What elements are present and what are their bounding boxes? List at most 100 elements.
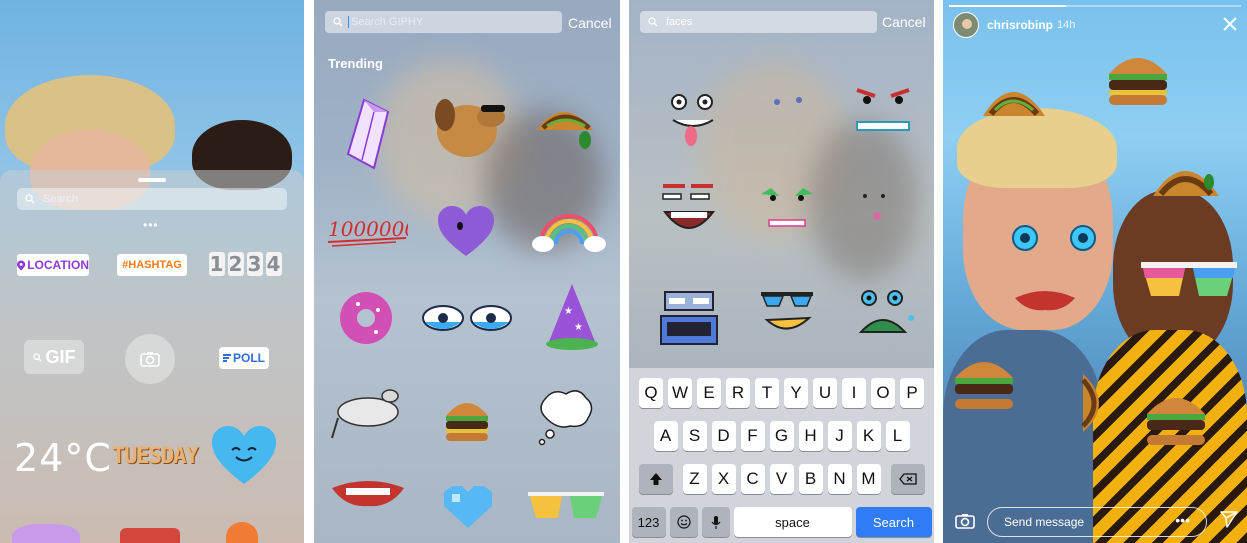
purple-heart-sticker-partial[interactable] — [12, 524, 80, 543]
taco-sticker[interactable] — [533, 100, 597, 156]
face-sticker-tiny[interactable] — [861, 192, 891, 220]
red-lips-sticker[interactable] — [1013, 288, 1077, 314]
key[interactable]: B — [798, 464, 823, 494]
location-sticker[interactable]: LOCATION — [17, 254, 89, 276]
keyboard-row-2: A S D F G H J K L — [629, 421, 934, 451]
cancel-button[interactable]: Cancel — [882, 14, 926, 30]
purple-heart-sticker[interactable] — [436, 204, 496, 258]
key[interactable]: Y — [784, 378, 808, 408]
red-sticker-partial[interactable] — [120, 528, 180, 543]
blue-eyes-sticker[interactable] — [1009, 222, 1099, 254]
key[interactable]: S — [682, 421, 707, 451]
rat-sticker[interactable] — [330, 382, 408, 440]
key[interactable]: M — [856, 464, 881, 494]
lips-sticker[interactable] — [330, 478, 406, 508]
burger-sticker[interactable] — [1143, 388, 1209, 448]
page-dots: ••• — [143, 218, 159, 232]
blue-heart-sticker[interactable] — [210, 424, 278, 486]
pixel-heart-sticker[interactable] — [440, 484, 496, 530]
shift-key[interactable] — [638, 464, 673, 494]
face-sticker-shades[interactable] — [759, 290, 815, 340]
numbers-key[interactable]: 123 — [631, 507, 666, 537]
dog-sunglasses-sticker[interactable] — [431, 95, 511, 161]
gif-sticker-button[interactable]: GIF — [24, 340, 84, 374]
key[interactable]: F — [740, 421, 765, 451]
wizard-hat-sticker[interactable]: ★ ★ — [544, 282, 600, 352]
emoji-key[interactable] — [669, 507, 698, 537]
key[interactable]: C — [740, 464, 765, 494]
taco-sticker[interactable] — [979, 76, 1049, 136]
thought-bubble-sticker[interactable] — [534, 388, 596, 446]
giphy-search-input[interactable]: Search GIPHY — [325, 11, 562, 33]
key[interactable]: U — [813, 378, 837, 408]
key[interactable]: I — [842, 378, 866, 408]
giphy-search-placeholder: Search GIPHY — [348, 16, 423, 28]
face-sticker-green-eyes[interactable] — [759, 186, 815, 234]
key[interactable]: N — [827, 464, 852, 494]
countdown-sticker[interactable]: 1 2 3 4 — [207, 251, 283, 277]
keyboard-row-4: 123 space Search — [629, 507, 934, 537]
location-label: LOCATION — [27, 258, 89, 272]
giphy-search-input[interactable]: faces — [640, 11, 877, 33]
day-sticker[interactable]: TUESDAY — [112, 444, 199, 469]
story-view-screen: chrisrobinp 14h Send message ••• — [943, 0, 1247, 543]
key[interactable]: H — [798, 421, 823, 451]
face-sticker-small[interactable] — [769, 94, 809, 114]
crystal-sticker[interactable] — [344, 98, 390, 170]
key[interactable]: P — [900, 378, 924, 408]
burger-sticker[interactable] — [951, 352, 1017, 412]
key[interactable]: G — [769, 421, 794, 451]
camera-icon[interactable] — [955, 513, 975, 529]
rainbow-sticker[interactable] — [531, 200, 607, 254]
key[interactable]: L — [885, 421, 910, 451]
key[interactable]: A — [653, 421, 678, 451]
face-sticker-box[interactable] — [659, 290, 719, 348]
username[interactable]: chrisrobinp — [987, 18, 1053, 32]
sticker-search-input[interactable]: Search — [17, 188, 287, 210]
key[interactable]: T — [755, 378, 779, 408]
send-message-input[interactable]: Send message ••• — [987, 507, 1207, 537]
key[interactable]: E — [697, 378, 721, 408]
hashtag-sticker[interactable]: #HASHTAG — [117, 254, 187, 276]
temperature-sticker[interactable]: 24°C — [14, 436, 112, 480]
emoji-icon — [676, 515, 691, 529]
rainbow-sunglasses-sticker[interactable] — [1139, 258, 1239, 302]
mic-key[interactable] — [701, 507, 730, 537]
burger-sticker[interactable] — [442, 392, 492, 444]
key[interactable]: R — [726, 378, 750, 408]
avatar[interactable] — [953, 12, 979, 38]
key[interactable]: W — [668, 378, 692, 408]
gif-label: GIF — [45, 346, 76, 367]
space-key[interactable]: space — [733, 507, 852, 537]
key[interactable]: D — [711, 421, 736, 451]
backspace-key[interactable] — [890, 464, 925, 494]
poll-label: POLL — [233, 351, 265, 365]
key[interactable]: K — [856, 421, 881, 451]
donut-sticker[interactable] — [338, 290, 394, 346]
poll-sticker[interactable]: POLL — [219, 347, 269, 369]
key[interactable]: O — [871, 378, 895, 408]
key[interactable]: J — [827, 421, 852, 451]
face-sticker-brows[interactable] — [853, 86, 913, 136]
face-sticker-tongue[interactable] — [665, 92, 721, 150]
rainbow-sunglasses-sticker[interactable] — [526, 488, 606, 522]
cancel-button[interactable]: Cancel — [568, 15, 612, 31]
key[interactable]: V — [769, 464, 794, 494]
eyes-sticker[interactable] — [419, 296, 515, 340]
key[interactable]: Q — [639, 378, 663, 408]
send-icon[interactable] — [1220, 510, 1238, 528]
key[interactable]: X — [711, 464, 736, 494]
close-icon[interactable] — [1223, 17, 1237, 31]
face-sticker-worried[interactable] — [855, 288, 915, 344]
burger-sticker[interactable] — [1103, 48, 1173, 110]
keyboard-row-3: Z X C V B N M — [629, 464, 934, 494]
face-sticker-smile[interactable] — [659, 182, 719, 240]
more-options-button[interactable]: ••• — [1175, 512, 1190, 528]
sheet-grab-handle[interactable] — [138, 178, 166, 182]
search-key[interactable]: Search — [855, 507, 932, 537]
taco-sticker[interactable] — [1053, 370, 1113, 434]
key[interactable]: Z — [682, 464, 707, 494]
taco-sticker[interactable] — [1149, 152, 1223, 212]
million-sticker[interactable]: 1000000 — [326, 212, 408, 248]
camera-sticker-button[interactable] — [125, 334, 175, 384]
